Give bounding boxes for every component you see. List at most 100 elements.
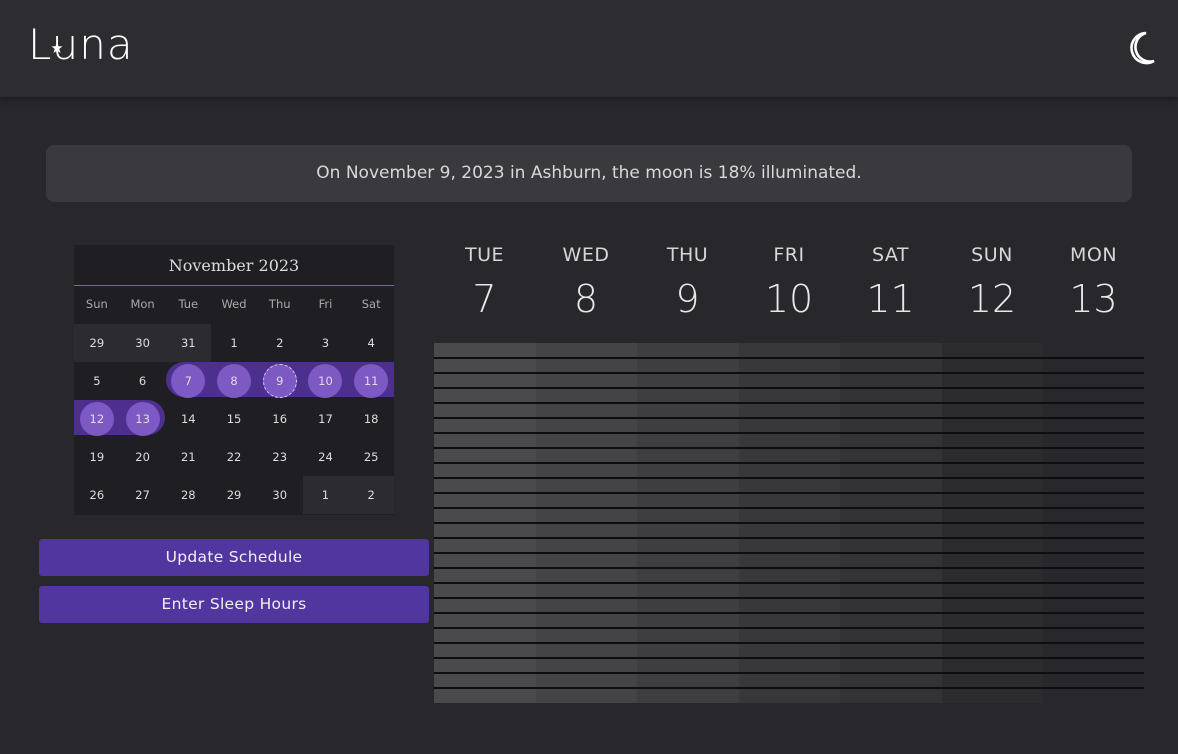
calendar-day[interactable]: 12 bbox=[74, 400, 120, 438]
day-schedule-column[interactable] bbox=[840, 343, 942, 703]
enter-sleep-hours-button[interactable]: Enter Sleep Hours bbox=[39, 586, 429, 623]
day-column-header: WED 8 bbox=[536, 243, 637, 331]
weekday-label: Mon bbox=[130, 297, 155, 311]
calendar-day-number: 23 bbox=[272, 450, 288, 464]
calendar-day[interactable]: 2 bbox=[348, 476, 395, 514]
day-column-header: FRI 10 bbox=[739, 243, 840, 331]
calendar-day[interactable]: 15 bbox=[211, 400, 257, 438]
day-number: 9 bbox=[675, 277, 700, 321]
calendar-day[interactable]: 9 bbox=[257, 362, 303, 400]
calendar-day-number: 12 bbox=[89, 412, 105, 426]
calendar-day[interactable]: 22 bbox=[211, 438, 257, 476]
calendar-day-number: 13 bbox=[135, 412, 150, 426]
calendar-day-number: 1 bbox=[321, 488, 330, 502]
calendar-day[interactable]: 13 bbox=[120, 400, 166, 438]
day-name: SUN bbox=[971, 244, 1013, 266]
calendar-day-number: 1 bbox=[230, 336, 238, 350]
calendar-day-number: 7 bbox=[184, 374, 192, 388]
calendar-day[interactable]: 29 bbox=[74, 324, 120, 362]
week-schedule-grid[interactable] bbox=[434, 343, 1145, 703]
calendar-day[interactable]: 10 bbox=[303, 362, 349, 400]
calendar-day[interactable]: 5 bbox=[74, 362, 120, 400]
calendar-day[interactable]: 30 bbox=[119, 324, 166, 362]
day-column-header: TUE 7 bbox=[434, 243, 535, 331]
calendar-day[interactable]: 24 bbox=[303, 438, 349, 476]
calendar-day-number: 3 bbox=[321, 336, 330, 350]
calendar-day-number: 11 bbox=[363, 374, 379, 388]
crescent-moon-icon[interactable] bbox=[1126, 30, 1158, 66]
calendar-day[interactable]: 3 bbox=[303, 324, 349, 362]
weekday-label: Fri bbox=[318, 297, 333, 311]
calendar-day-number: 18 bbox=[363, 412, 379, 426]
calendar-day[interactable]: 19 bbox=[74, 438, 120, 476]
day-schedule-column[interactable] bbox=[535, 343, 637, 703]
calendar-day[interactable]: 20 bbox=[120, 438, 166, 476]
weekday-label: Thu bbox=[268, 297, 291, 311]
calendar-day[interactable]: 4 bbox=[348, 324, 394, 362]
calendar-day[interactable]: 1 bbox=[211, 324, 257, 362]
day-number: 7 bbox=[472, 277, 497, 321]
calendar-day[interactable]: 28 bbox=[165, 476, 211, 514]
day-column-header: SUN 12 bbox=[942, 243, 1043, 331]
update-schedule-button[interactable]: Update Schedule bbox=[39, 539, 429, 576]
calendar-month-title: November 2023 bbox=[74, 245, 394, 286]
moon-illumination-banner: On November 9, 2023 in Ashburn, the moon… bbox=[46, 145, 1132, 202]
calendar-day-number: 28 bbox=[180, 488, 196, 502]
calendar-week-row: 12 13 14 15 16 17 18 bbox=[74, 400, 394, 438]
calendar-day[interactable]: 2 bbox=[257, 324, 303, 362]
calendar-day-number: 2 bbox=[367, 488, 375, 502]
calendar-day[interactable]: 27 bbox=[120, 476, 166, 514]
day-name: WED bbox=[562, 244, 610, 266]
calendar-day[interactable]: 1 bbox=[302, 476, 349, 514]
calendar-day[interactable]: 11 bbox=[348, 362, 394, 400]
calendar-day[interactable]: 26 bbox=[74, 476, 120, 514]
calendar-day-number: 9 bbox=[276, 374, 284, 388]
calendar-day[interactable]: 8 bbox=[211, 362, 257, 400]
calendar-day-number: 22 bbox=[226, 450, 242, 464]
calendar-day[interactable]: 17 bbox=[303, 400, 349, 438]
calendar-day-number: 15 bbox=[226, 412, 242, 426]
calendar-week-row: 26 27 28 29 30 1 2 bbox=[74, 476, 395, 514]
day-name: MON bbox=[1069, 244, 1118, 266]
calendar-day[interactable]: 30 bbox=[257, 476, 303, 514]
calendar-day-number: 26 bbox=[89, 488, 105, 502]
calendar-day[interactable]: 23 bbox=[257, 438, 303, 476]
weekday-label: Sat bbox=[361, 297, 381, 311]
calendar-day[interactable]: 29 bbox=[211, 476, 257, 514]
calendar-day-number: 24 bbox=[318, 450, 333, 464]
day-column-header: SAT 11 bbox=[840, 243, 941, 331]
calendar-week-row: 5 6 7 8 9 10 11 bbox=[74, 362, 394, 400]
day-schedule-column[interactable] bbox=[637, 343, 739, 703]
calendar-day[interactable]: 31 bbox=[165, 324, 212, 362]
calendar-day-number: 4 bbox=[367, 336, 375, 350]
calendar-day[interactable]: 18 bbox=[348, 400, 394, 438]
day-number: 10 bbox=[764, 277, 814, 321]
calendar-day[interactable]: 7 bbox=[165, 362, 211, 400]
calendar-day[interactable]: 21 bbox=[165, 438, 211, 476]
calendar-day-number: 31 bbox=[180, 336, 196, 350]
calendar-day-number: 29 bbox=[226, 488, 242, 502]
calendar-day-number: 8 bbox=[230, 374, 238, 388]
calendar-day[interactable]: 25 bbox=[348, 438, 394, 476]
day-number: 11 bbox=[866, 277, 915, 321]
day-name: FRI bbox=[773, 244, 805, 266]
day-name: SAT bbox=[871, 244, 910, 266]
day-schedule-column[interactable] bbox=[738, 343, 840, 703]
weekday-label: Tue bbox=[178, 297, 199, 311]
day-column-header: MON 13 bbox=[1043, 243, 1144, 331]
calendar-day-number: 30 bbox=[272, 488, 288, 502]
day-schedule-column[interactable] bbox=[434, 343, 536, 703]
calendar-day[interactable]: 16 bbox=[257, 400, 303, 438]
calendar-day[interactable]: 14 bbox=[165, 400, 211, 438]
weekday-label: Wed bbox=[221, 297, 247, 311]
calendar-day[interactable]: 6 bbox=[120, 362, 166, 400]
calendar-day-number: 14 bbox=[180, 412, 196, 426]
day-schedule-column[interactable] bbox=[941, 343, 1043, 703]
calendar-day-number: 10 bbox=[318, 374, 333, 388]
calendar-day-number: 17 bbox=[318, 412, 333, 426]
calendar-day-number: 25 bbox=[363, 450, 379, 464]
calendar-day-number: 27 bbox=[135, 488, 150, 502]
day-schedule-column[interactable] bbox=[1043, 343, 1145, 703]
luna-logo: Luna bbox=[28, 20, 133, 70]
calendar-day-number: 2 bbox=[276, 336, 284, 350]
